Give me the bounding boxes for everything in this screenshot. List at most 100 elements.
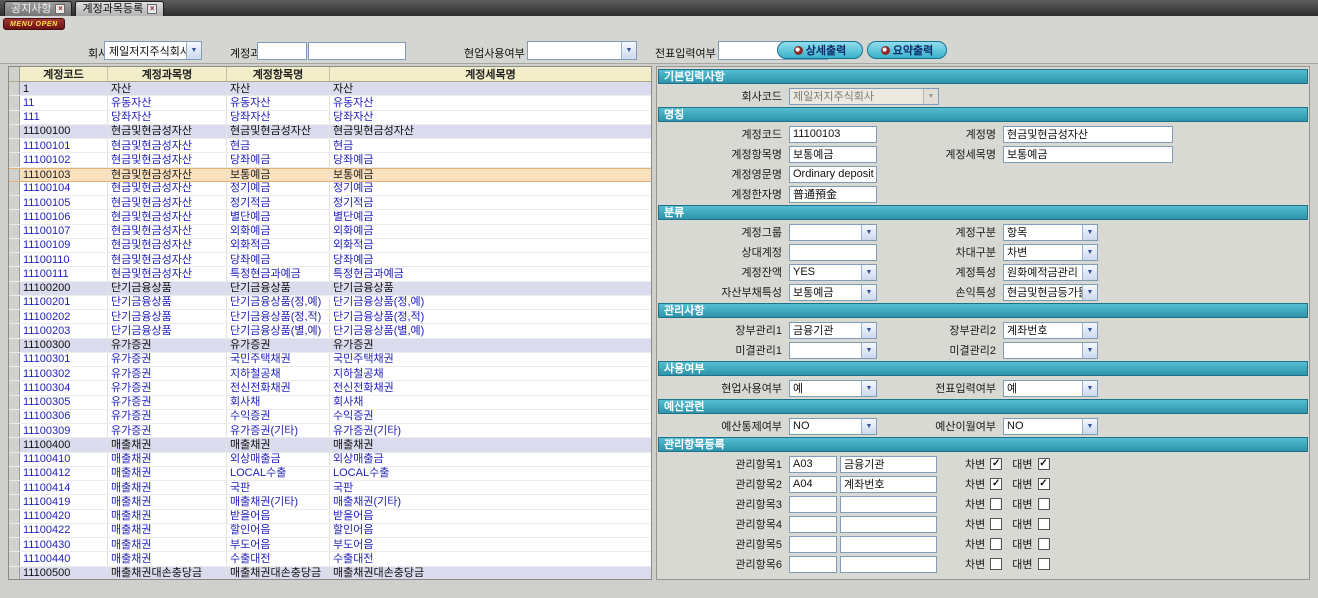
row-gutter-cell[interactable] (9, 267, 20, 280)
dropdown[interactable]: 계좌번호▼ (1003, 322, 1098, 339)
text-input[interactable] (789, 556, 837, 573)
row-gutter-cell[interactable] (9, 253, 20, 266)
row-gutter-cell[interactable] (9, 182, 20, 195)
close-icon[interactable]: × (147, 4, 157, 14)
credit-checkbox[interactable] (1038, 498, 1050, 510)
row-gutter-cell[interactable] (9, 438, 20, 451)
text-input[interactable] (789, 244, 877, 261)
row-gutter-cell[interactable] (9, 353, 20, 366)
row-gutter-cell[interactable] (9, 524, 20, 537)
grid-row[interactable]: 11100107현금및현금성자산외화예금외화예금 (9, 225, 651, 239)
grid-row[interactable]: 11100306유가증권수익증권수익증권 (9, 410, 651, 424)
text-input[interactable]: 현금및현금성자산 (1003, 126, 1173, 143)
grid-row[interactable]: 11100410매출채권외상매출금외상매출금 (9, 453, 651, 467)
grid-row[interactable]: 11100201단기금융상품단기금융상품(정,예)단기금융상품(정,예) (9, 296, 651, 310)
dropdown[interactable]: ▼ (1003, 342, 1098, 359)
grid-row[interactable]: 11100420매출채권받을어음받을어음 (9, 510, 651, 524)
credit-checkbox[interactable]: ✓ (1038, 478, 1050, 490)
dropdown[interactable]: 현금및현금등가물▼ (1003, 284, 1098, 301)
row-gutter-cell[interactable] (9, 125, 20, 138)
row-gutter-cell[interactable] (9, 410, 20, 423)
grid-row[interactable]: 11100309유가증권유가증권(기타)유가증권(기타) (9, 424, 651, 438)
grid-row[interactable]: 11100422매출채권할인어음할인어음 (9, 524, 651, 538)
text-input[interactable] (840, 496, 937, 513)
company-select[interactable]: 제일저지주식회사 ▼ (104, 41, 202, 60)
row-gutter-cell[interactable] (9, 210, 20, 223)
row-gutter-cell[interactable] (9, 367, 20, 380)
grid-row[interactable]: 11100440매출채권수출대전수출대전 (9, 552, 651, 566)
row-gutter-cell[interactable] (9, 96, 20, 109)
row-gutter-cell[interactable] (9, 381, 20, 394)
row-gutter-cell[interactable] (9, 111, 20, 124)
credit-checkbox[interactable]: ✓ (1038, 458, 1050, 470)
account-code-input[interactable] (257, 42, 307, 60)
debit-checkbox[interactable]: ✓ (990, 458, 1002, 470)
grid-row[interactable]: 11100412매출채권LOCAL수출LOCAL수출 (9, 467, 651, 481)
grid-row[interactable]: 11100103현금및현금성자산보통예금보통예금 (9, 168, 651, 182)
text-input[interactable]: 11100103 (789, 126, 877, 143)
row-gutter-cell[interactable] (9, 567, 20, 580)
dropdown[interactable]: 보통예금▼ (789, 284, 877, 301)
dropdown[interactable]: 예▼ (789, 380, 877, 397)
credit-checkbox[interactable] (1038, 518, 1050, 530)
grid-row[interactable]: 11유동자산유동자산유동자산 (9, 96, 651, 110)
text-input[interactable]: Ordinary deposit (789, 166, 877, 183)
row-gutter-cell[interactable] (9, 196, 20, 209)
grid-row[interactable]: 11100104현금및현금성자산정기예금정기예금 (9, 182, 651, 196)
grid-row[interactable]: 11100106현금및현금성자산별단예금별단예금 (9, 210, 651, 224)
dropdown[interactable]: 차변▼ (1003, 244, 1098, 261)
text-input[interactable] (789, 496, 837, 513)
tab-notice[interactable]: 공지사항 × (4, 1, 72, 16)
row-gutter-cell[interactable] (9, 282, 20, 295)
row-gutter-cell[interactable] (9, 296, 20, 309)
debit-checkbox[interactable]: ✓ (990, 478, 1002, 490)
text-input[interactable] (789, 536, 837, 553)
row-gutter-cell[interactable] (9, 396, 20, 409)
credit-checkbox[interactable] (1038, 538, 1050, 550)
row-gutter-cell[interactable] (9, 510, 20, 523)
account-name-input[interactable] (308, 42, 406, 60)
grid-row[interactable]: 1자산자산자산 (9, 82, 651, 96)
row-gutter-cell[interactable] (9, 552, 20, 565)
dropdown[interactable]: 원화예적금관리▼ (1003, 264, 1098, 281)
grid-row[interactable]: 11100101현금및현금성자산현금현금 (9, 139, 651, 153)
row-gutter-cell[interactable] (9, 169, 20, 181)
row-gutter-cell[interactable] (9, 239, 20, 252)
grid-row[interactable]: 11100419매출채권매출채권(기타)매출채권(기타) (9, 495, 651, 509)
detail-print-button[interactable]: 상세출력 (777, 41, 863, 59)
row-gutter-cell[interactable] (9, 139, 20, 152)
dropdown[interactable]: NO▼ (1003, 418, 1098, 435)
text-input[interactable]: 보통예금 (1003, 146, 1173, 163)
row-gutter-cell[interactable] (9, 538, 20, 551)
debit-checkbox[interactable] (990, 498, 1002, 510)
row-gutter-cell[interactable] (9, 481, 20, 494)
text-input[interactable] (840, 556, 937, 573)
column-header[interactable]: 계정세목명 (330, 67, 651, 81)
column-header[interactable]: 계정항목명 (227, 67, 330, 81)
tab-account-registration[interactable]: 계정과목등록 × (75, 1, 164, 16)
grid-row[interactable]: 11100202단기금융상품단기금융상품(정,적)단기금융상품(정,적) (9, 310, 651, 324)
row-gutter-cell[interactable] (9, 324, 20, 337)
text-input[interactable]: 계좌번호 (840, 476, 937, 493)
grid-row[interactable]: 111당좌자산당좌자산당좌자산 (9, 111, 651, 125)
dropdown[interactable]: 예▼ (1003, 380, 1098, 397)
dropdown[interactable]: 항목▼ (1003, 224, 1098, 241)
grid-row[interactable]: 11100203단기금융상품단기금융상품(별,예)단기금융상품(별,예) (9, 324, 651, 338)
text-input[interactable]: 금융기관 (840, 456, 937, 473)
grid-row[interactable]: 11100105현금및현금성자산정기적금정기적금 (9, 196, 651, 210)
column-header[interactable]: 계정코드 (20, 67, 108, 81)
text-input[interactable]: 보통예금 (789, 146, 877, 163)
row-gutter-cell[interactable] (9, 467, 20, 480)
text-input[interactable] (840, 516, 937, 533)
row-gutter-cell[interactable] (9, 495, 20, 508)
column-header[interactable]: 계정과목명 (108, 67, 227, 81)
grid-row[interactable]: 11100111현금및현금성자산특정현금과예금특정현금과예금 (9, 267, 651, 281)
row-gutter-cell[interactable] (9, 339, 20, 352)
grid-row[interactable]: 11100109현금및현금성자산외화적금외화적금 (9, 239, 651, 253)
grid-row[interactable]: 11100305유가증권회사채회사채 (9, 396, 651, 410)
grid-row[interactable]: 11100414매출채권국판국판 (9, 481, 651, 495)
dropdown[interactable]: YES▼ (789, 264, 877, 281)
grid-row[interactable]: 11100110현금및현금성자산당좌예금당좌예금 (9, 253, 651, 267)
text-input[interactable]: A03 (789, 456, 837, 473)
grid-row[interactable]: 11100302유가증권지하철공채지하철공채 (9, 367, 651, 381)
